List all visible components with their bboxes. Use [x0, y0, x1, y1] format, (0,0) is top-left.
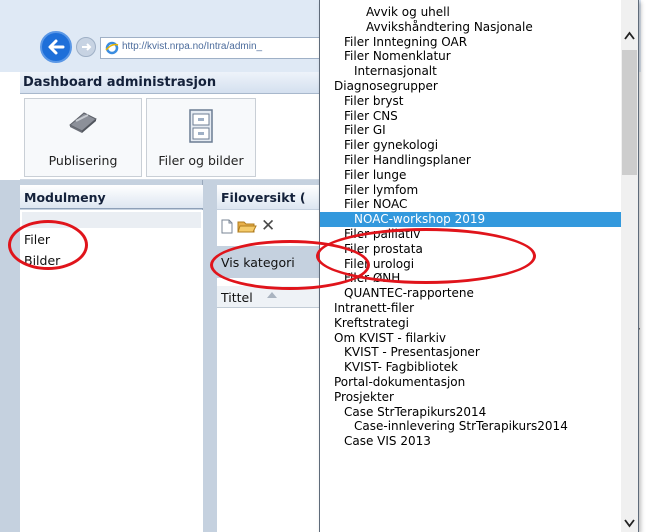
page-title: Dashboard administrasjon: [23, 75, 217, 90]
open-folder-icon[interactable]: [237, 218, 257, 234]
dropdown-option[interactable]: Filer Nomenklatur: [320, 49, 621, 64]
back-button[interactable]: [40, 31, 72, 63]
dropdown-option[interactable]: KVIST- Fagbibliotek: [320, 360, 621, 375]
menu-item-bilder[interactable]: Bilder: [24, 253, 60, 268]
delete-icon[interactable]: ✕: [261, 218, 275, 235]
dropdown-scrollbar[interactable]: [621, 0, 638, 532]
module-menu-header: Modulmeny: [20, 185, 203, 209]
dropdown-option[interactable]: Case-innlevering StrTerapikurs2014: [320, 419, 621, 434]
forward-button[interactable]: [76, 37, 96, 57]
dropdown-option[interactable]: Prosjekter: [320, 390, 621, 405]
address-bar[interactable]: http://kvist.nrpa.no/Intra/admin_: [100, 37, 325, 59]
ie-logo-icon: [105, 41, 119, 55]
sort-ascending-icon: [267, 292, 277, 298]
dashboard-toolbar: Publisering Filer og bilder: [20, 94, 320, 180]
scrollbar-thumb[interactable]: [622, 50, 637, 175]
url-text: http://kvist.nrpa.no/Intra/admin_: [122, 41, 263, 52]
filer-og-bilder-button[interactable]: Filer og bilder: [146, 98, 256, 177]
dropdown-option[interactable]: Filer Handlingsplaner: [320, 153, 621, 168]
dropdown-option[interactable]: KVIST - Presentasjoner: [320, 345, 621, 360]
dropdown-option[interactable]: Filer NOAC: [320, 197, 621, 212]
dashboard-header: Dashboard administrasjon: [20, 72, 320, 94]
category-filter-row: Vis kategori: [217, 246, 320, 278]
publisering-label: Publisering: [48, 153, 118, 168]
dropdown-option[interactable]: Avvikshåndtering Nasjonale: [320, 20, 621, 35]
dropdown-option[interactable]: Kreftstrategi: [320, 316, 621, 331]
background-strip: [641, 0, 646, 532]
file-overview-header: Filoversikt (: [217, 185, 320, 209]
dropdown-option[interactable]: Intranett-filer: [320, 301, 621, 316]
dropdown-option[interactable]: Case VIS 2013: [320, 434, 621, 449]
module-menu-list: Filer Bilder: [20, 210, 203, 532]
dropdown-option[interactable]: Filer Inntegning OAR: [320, 35, 621, 50]
module-menu-title: Modulmeny: [24, 190, 106, 205]
publisering-button[interactable]: Publisering: [24, 98, 142, 177]
arrow-right-icon: [82, 43, 92, 51]
file-toolbar: ✕: [217, 216, 320, 238]
dropdown-option[interactable]: Filer urologi: [320, 257, 621, 272]
dropdown-option-selected[interactable]: NOAC-workshop 2019: [320, 212, 621, 227]
dropdown-option[interactable]: QUANTEC-rapportene: [320, 286, 621, 301]
dropdown-option[interactable]: Om KVIST - filarkiv: [320, 331, 621, 346]
chevron-up-icon[interactable]: [622, 28, 637, 44]
dropdown-option[interactable]: Portal-dokumentasjon: [320, 375, 621, 390]
file-overview-title: Filoversikt (: [221, 190, 306, 205]
dropdown-option[interactable]: Filer lunge: [320, 168, 621, 183]
dropdown-option[interactable]: Filer bryst: [320, 94, 621, 109]
dropdown-option[interactable]: Internasjonalt: [320, 64, 621, 79]
dropdown-option[interactable]: Filer gynekologi: [320, 138, 621, 153]
dropdown-option[interactable]: Filer lymfom: [320, 183, 621, 198]
dropdown-option[interactable]: Filer palliativ: [320, 227, 621, 242]
dropdown-option[interactable]: Filer ØNH: [320, 271, 621, 286]
dropdown-option[interactable]: Avvik og uhell: [320, 5, 621, 20]
dropdown-option[interactable]: Filer prostata: [320, 242, 621, 257]
column-header-tittel[interactable]: Tittel: [221, 290, 253, 305]
menu-item-filer[interactable]: Filer: [24, 232, 50, 247]
category-label: Vis kategori: [221, 255, 295, 270]
arrow-left-icon: [48, 39, 65, 55]
file-cabinet-icon: [189, 109, 213, 143]
dropdown-option[interactable]: Case StrTerapikurs2014: [320, 405, 621, 420]
category-dropdown[interactable]: Avvik og uhell Avvikshåndtering Nasjonale…: [319, 0, 639, 532]
dropdown-option[interactable]: Diagnosegrupper: [320, 79, 621, 94]
chevron-down-icon[interactable]: [622, 515, 637, 531]
dropdown-option[interactable]: Filer CNS: [320, 109, 621, 124]
filer-og-bilder-label: Filer og bilder: [158, 153, 244, 168]
eraser-icon: [69, 112, 97, 133]
new-file-icon[interactable]: [221, 219, 233, 234]
dropdown-option[interactable]: Filer GI: [320, 123, 621, 138]
module-menu-spacer: [22, 212, 201, 228]
table-header-row: Tittel: [217, 286, 320, 308]
file-overview-body: ✕ Vis kategori Tittel: [217, 210, 320, 532]
dropdown-list: Avvik og uhell Avvikshåndtering Nasjonale…: [320, 5, 621, 449]
